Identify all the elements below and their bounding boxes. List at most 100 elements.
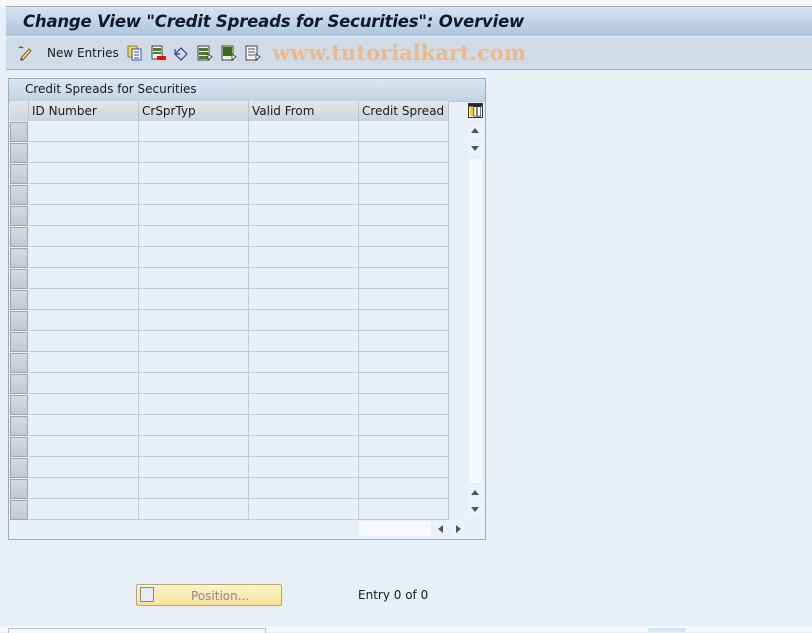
table-cell-valid-from[interactable]: [249, 163, 359, 184]
table-cell-valid-from[interactable]: [249, 289, 359, 310]
column-header-credit-spread[interactable]: Credit Spread: [359, 101, 449, 121]
copy-icon[interactable]: [127, 45, 143, 61]
table-cell-credit-spread[interactable]: [359, 331, 449, 352]
table-cell-id-number[interactable]: [29, 331, 139, 352]
table-cell-crsprtyp[interactable]: [139, 499, 249, 520]
table-cell-credit-spread[interactable]: [359, 142, 449, 163]
row-selector[interactable]: [10, 479, 28, 499]
table-cell-crsprtyp[interactable]: [139, 289, 249, 310]
table-cell-crsprtyp[interactable]: [139, 205, 249, 226]
table-cell-id-number[interactable]: [29, 163, 139, 184]
new-entries-button[interactable]: New Entries: [47, 46, 119, 60]
table-cell-valid-from[interactable]: [249, 226, 359, 247]
table-cell-valid-from[interactable]: [249, 331, 359, 352]
scroll-page-down-button[interactable]: [468, 141, 483, 156]
table-cell-crsprtyp[interactable]: [139, 226, 249, 247]
select-all-icon[interactable]: [197, 45, 213, 61]
table-cell-crsprtyp[interactable]: [139, 268, 249, 289]
table-cell-credit-spread[interactable]: [359, 205, 449, 226]
table-cell-valid-from[interactable]: [249, 142, 359, 163]
table-cell-valid-from[interactable]: [249, 310, 359, 331]
row-selector[interactable]: [10, 311, 28, 331]
row-selector[interactable]: [10, 248, 28, 268]
delete-icon[interactable]: [150, 45, 166, 61]
undo-icon[interactable]: [173, 45, 189, 61]
table-cell-id-number[interactable]: [29, 352, 139, 373]
table-cell-crsprtyp[interactable]: [139, 142, 249, 163]
table-cell-id-number[interactable]: [29, 310, 139, 331]
table-cell-credit-spread[interactable]: [359, 310, 449, 331]
table-cell-id-number[interactable]: [29, 289, 139, 310]
row-selector[interactable]: [10, 374, 28, 394]
table-cell-credit-spread[interactable]: [359, 268, 449, 289]
table-cell-crsprtyp[interactable]: [139, 247, 249, 268]
table-cell-valid-from[interactable]: [249, 499, 359, 520]
table-cell-credit-spread[interactable]: [359, 478, 449, 499]
row-selector[interactable]: [10, 437, 28, 457]
scroll-left-button[interactable]: [433, 521, 448, 536]
scroll-up-button[interactable]: [468, 123, 483, 138]
scroll-right-button[interactable]: [450, 521, 465, 536]
row-selector[interactable]: [10, 227, 28, 247]
vertical-scrollbar[interactable]: [468, 123, 483, 519]
row-selector[interactable]: [10, 332, 28, 352]
scroll-page-up-button[interactable]: [468, 485, 483, 500]
table-cell-credit-spread[interactable]: [359, 373, 449, 394]
table-cell-valid-from[interactable]: [249, 478, 359, 499]
horizontal-scroll-track[interactable]: [359, 521, 431, 536]
table-cell-valid-from[interactable]: [249, 205, 359, 226]
vertical-scroll-track[interactable]: [469, 159, 482, 483]
table-cell-id-number[interactable]: [29, 226, 139, 247]
row-selector[interactable]: [10, 353, 28, 373]
table-cell-id-number[interactable]: [29, 205, 139, 226]
table-cell-id-number[interactable]: [29, 415, 139, 436]
table-cell-credit-spread[interactable]: [359, 163, 449, 184]
row-selector[interactable]: [10, 290, 28, 310]
table-cell-id-number[interactable]: [29, 457, 139, 478]
table-cell-id-number[interactable]: [29, 142, 139, 163]
row-selector[interactable]: [10, 206, 28, 226]
table-cell-crsprtyp[interactable]: [139, 394, 249, 415]
column-header-id-number[interactable]: ID Number: [29, 101, 139, 121]
table-cell-credit-spread[interactable]: [359, 121, 449, 142]
table-cell-id-number[interactable]: [29, 184, 139, 205]
table-cell-id-number[interactable]: [29, 478, 139, 499]
table-cell-credit-spread[interactable]: [359, 247, 449, 268]
table-cell-credit-spread[interactable]: [359, 289, 449, 310]
table-cell-crsprtyp[interactable]: [139, 478, 249, 499]
table-cell-id-number[interactable]: [29, 373, 139, 394]
table-cell-valid-from[interactable]: [249, 436, 359, 457]
position-button[interactable]: Position...: [136, 584, 282, 606]
table-cell-valid-from[interactable]: [249, 352, 359, 373]
table-cell-credit-spread[interactable]: [359, 352, 449, 373]
scroll-down-button[interactable]: [468, 502, 483, 517]
table-cell-crsprtyp[interactable]: [139, 184, 249, 205]
select-block-icon[interactable]: [221, 45, 237, 61]
table-cell-credit-spread[interactable]: [359, 415, 449, 436]
table-cell-crsprtyp[interactable]: [139, 373, 249, 394]
row-selector[interactable]: [10, 143, 28, 163]
table-cell-crsprtyp[interactable]: [139, 415, 249, 436]
row-selector[interactable]: [10, 416, 28, 436]
edit-pencil-icon[interactable]: [18, 45, 34, 61]
table-cell-id-number[interactable]: [29, 121, 139, 142]
table-cell-crsprtyp[interactable]: [139, 310, 249, 331]
table-cell-valid-from[interactable]: [249, 268, 359, 289]
table-cell-valid-from[interactable]: [249, 394, 359, 415]
table-cell-crsprtyp[interactable]: [139, 121, 249, 142]
table-cell-credit-spread[interactable]: [359, 394, 449, 415]
column-header-valid-from[interactable]: Valid From: [249, 101, 359, 121]
table-cell-crsprtyp[interactable]: [139, 436, 249, 457]
table-cell-credit-spread[interactable]: [359, 457, 449, 478]
table-cell-id-number[interactable]: [29, 247, 139, 268]
table-cell-valid-from[interactable]: [249, 121, 359, 142]
table-cell-valid-from[interactable]: [249, 247, 359, 268]
table-cell-credit-spread[interactable]: [359, 226, 449, 247]
table-cell-id-number[interactable]: [29, 394, 139, 415]
row-selector[interactable]: [10, 269, 28, 289]
row-selector[interactable]: [10, 122, 28, 142]
row-selector[interactable]: [10, 164, 28, 184]
table-cell-id-number[interactable]: [29, 268, 139, 289]
table-cell-credit-spread[interactable]: [359, 436, 449, 457]
table-cell-valid-from[interactable]: [249, 373, 359, 394]
